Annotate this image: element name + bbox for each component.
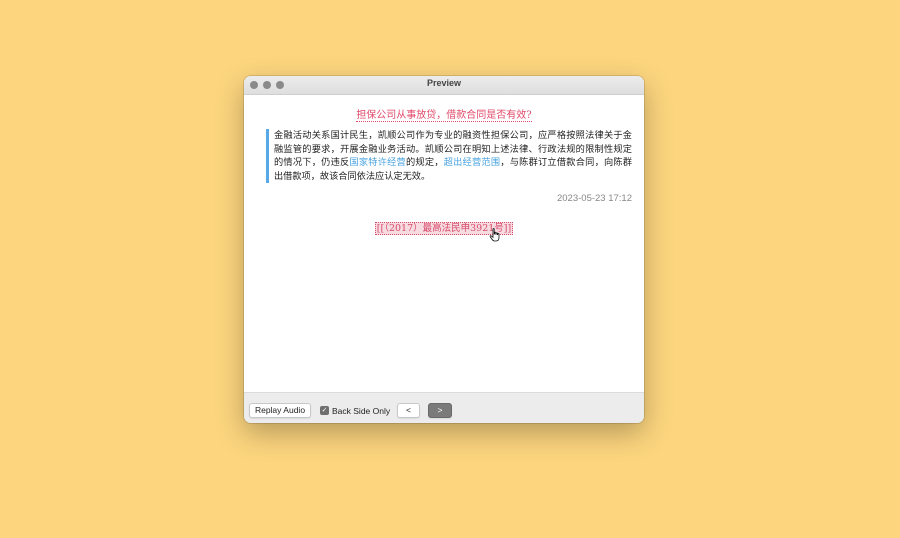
hand-pointer-icon: [489, 228, 500, 242]
answer-highlight-1: 国家特许经营: [349, 157, 406, 168]
question-text: 担保公司从事放贷，借款合同是否有效?: [244, 106, 644, 122]
timestamp: 2023-05-23 17:12: [556, 193, 632, 204]
back-side-only-toggle[interactable]: ✓ Back Side Only: [320, 404, 390, 417]
window-title: Preview: [426, 78, 462, 88]
previous-button[interactable]: <: [397, 403, 420, 418]
replay-audio-button[interactable]: Replay Audio: [249, 403, 311, 418]
next-button[interactable]: >: [428, 403, 452, 418]
reference-link-wrap: [[（2017）最高法民申3921号]]: [244, 216, 644, 235]
question-label: 担保公司从事放贷，借款合同是否有效?: [356, 110, 532, 122]
preview-window: Preview 担保公司从事放贷，借款合同是否有效? 金融活动关系国计民生，凯顺…: [244, 76, 644, 423]
checkmark-icon[interactable]: ✓: [320, 406, 329, 415]
title-bar[interactable]: Preview: [244, 76, 644, 95]
answer-quote: 金融活动关系国计民生，凯顺公司作为专业的融资性担保公司，应严格按照法律关于金融监…: [266, 129, 632, 183]
answer-text-2: 的规定，: [406, 157, 444, 168]
card-content: 担保公司从事放贷，借款合同是否有效? 金融活动关系国计民生，凯顺公司作为专业的融…: [244, 95, 644, 393]
answer-highlight-2: 超出经营范围: [443, 157, 501, 168]
bottom-toolbar: Replay Audio ✓ Back Side Only < >: [244, 392, 644, 423]
back-side-only-label: Back Side Only: [332, 405, 391, 416]
